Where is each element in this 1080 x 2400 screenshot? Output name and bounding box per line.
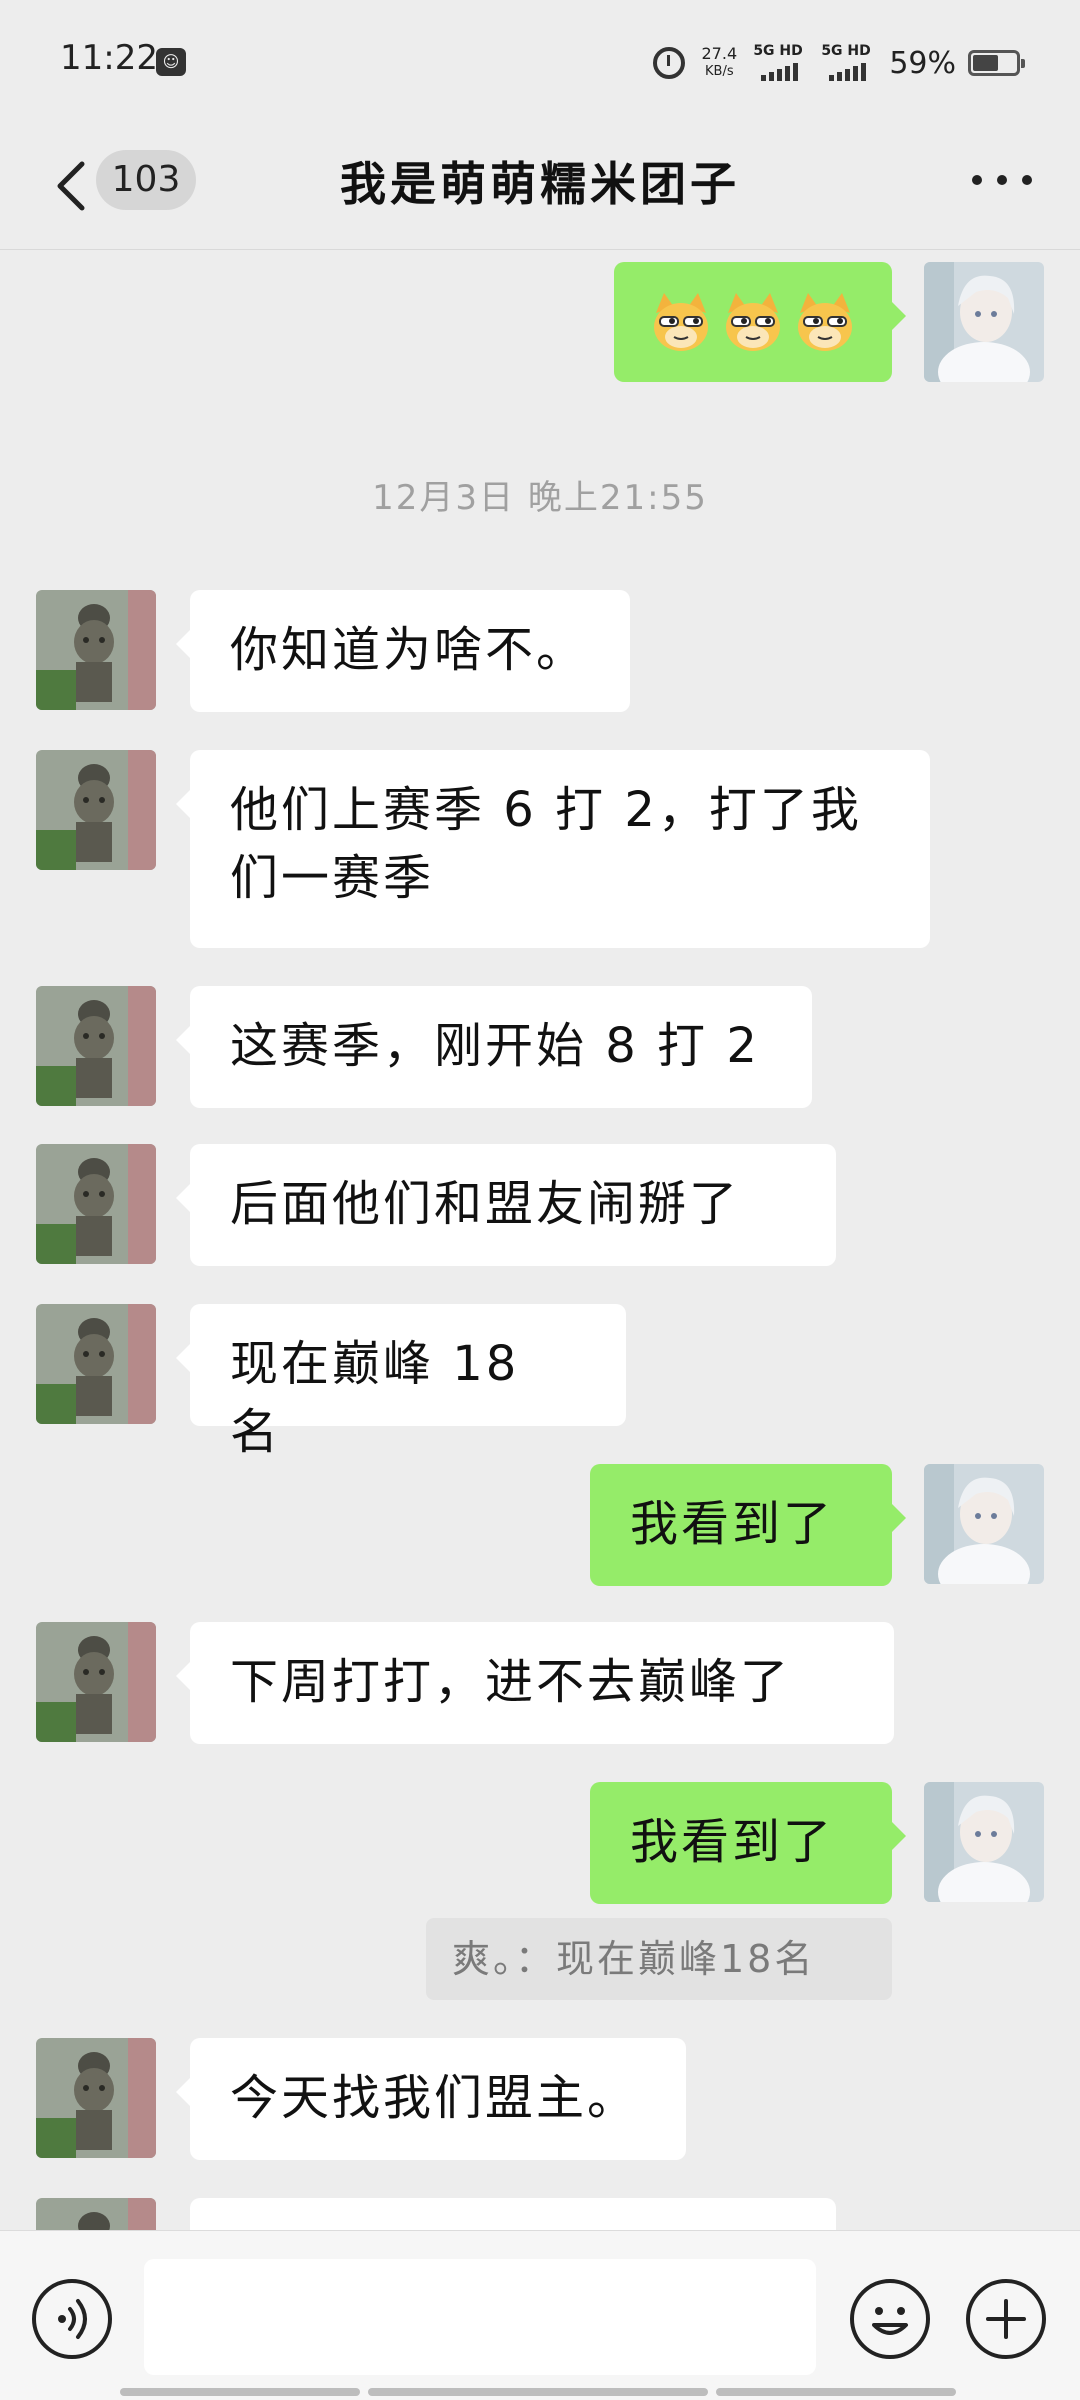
signal-icon-sim1: 5G HD: [753, 43, 809, 83]
input-bar: [0, 2230, 1080, 2400]
message-bubble-mine[interactable]: 我看到了: [590, 1782, 906, 1904]
message-line: 们一赛季: [230, 850, 435, 906]
my-avatar[interactable]: [924, 1464, 1044, 1584]
my-avatar[interactable]: [924, 1782, 1044, 1902]
battery-fill: [973, 55, 998, 71]
message-bubble[interactable]: 今天找我们盟主。: [176, 2038, 686, 2160]
notification-icon: ☺: [156, 48, 186, 76]
quoted-reply[interactable]: 爽。：现在巅峰18名: [426, 1918, 892, 2000]
message-line: 他们上赛季 6 打 2，打了我: [230, 782, 862, 838]
plus-icon: [986, 2299, 1026, 2339]
status-right: 27.4 KB/s 5G HD 5G HD 59%: [653, 40, 1025, 86]
chat-timestamp: 12月3日 晚上21:55: [372, 478, 708, 518]
doge-cat-emoji-icon: [726, 293, 780, 351]
contact-avatar[interactable]: [36, 986, 156, 1106]
back-arrow-icon[interactable]: [52, 158, 92, 214]
contact-avatar[interactable]: [36, 1304, 156, 1424]
contact-avatar[interactable]: [36, 1144, 156, 1264]
message-bubble[interactable]: 他们上赛季 6 打 2，打了我 们一赛季: [176, 750, 930, 948]
doge-cat-emoji-icon: [654, 293, 708, 351]
unread-count-badge[interactable]: 103: [96, 150, 196, 210]
contact-avatar[interactable]: [36, 1622, 156, 1742]
sim1-label: 5G HD: [753, 43, 803, 59]
status-time: 11:22: [60, 38, 158, 78]
chat-title: 我是萌萌糯米团子: [340, 157, 740, 211]
contact-avatar[interactable]: [36, 2038, 156, 2158]
contact-avatar[interactable]: [36, 750, 156, 870]
message-bubble-emoji[interactable]: [614, 262, 906, 382]
alarm-icon: [653, 47, 686, 79]
voice-icon[interactable]: [32, 2279, 112, 2359]
message-bubble[interactable]: 现在巅峰 18 名: [176, 1304, 626, 1460]
message-bubble[interactable]: 你知道为啥不。: [176, 590, 630, 712]
smiley-icon[interactable]: [850, 2279, 930, 2359]
message-bubble-mine[interactable]: 我看到了: [590, 1464, 906, 1586]
gesture-bar: [120, 2388, 956, 2396]
network-speed: 27.4 KB/s: [697, 45, 741, 81]
message-bubble[interactable]: 下周打打，进不去巅峰了: [176, 1622, 894, 1744]
sim2-label: 5G HD: [821, 43, 871, 59]
chat-header: 103 我是萌萌糯米团子: [0, 120, 1080, 250]
message-input[interactable]: [144, 2259, 816, 2375]
status-bar: 11:22 ☺ 27.4 KB/s 5G HD 5G HD 59%: [0, 0, 1080, 120]
contact-avatar[interactable]: [36, 590, 156, 710]
battery-percent: 59%: [889, 45, 956, 81]
doge-cat-emoji-icon: [798, 293, 852, 351]
voice-icon: [58, 2299, 87, 2339]
more-options-icon[interactable]: [972, 172, 1032, 188]
network-speed-unit: KB/s: [705, 64, 734, 79]
smiley-icon: [872, 2307, 908, 2335]
plus-icon[interactable]: [966, 2279, 1046, 2359]
signal-icon-sim2: 5G HD: [821, 43, 877, 83]
message-bubble[interactable]: 这赛季，刚开始 8 打 2: [176, 986, 812, 1108]
message-bubble[interactable]: 后面他们和盟友闹掰了: [176, 1144, 836, 1266]
network-speed-value: 27.4: [701, 44, 738, 63]
my-avatar[interactable]: [924, 262, 1044, 382]
battery-icon: [968, 50, 1025, 76]
